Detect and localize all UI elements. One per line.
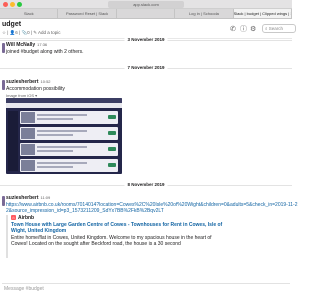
message-time[interactable]: 17:36 bbox=[37, 42, 47, 47]
author-name[interactable]: suziesherbert bbox=[6, 79, 39, 85]
image-sidebar bbox=[8, 111, 18, 171]
avatar[interactable] bbox=[2, 80, 5, 90]
image-listing-card bbox=[20, 127, 118, 140]
image-attachment[interactable] bbox=[6, 98, 122, 174]
message-text: joined #budget along with 2 others. bbox=[6, 49, 84, 55]
tab-slack[interactable]: Slack bbox=[0, 9, 59, 18]
avatar[interactable] bbox=[2, 43, 5, 53]
phone-icon[interactable]: ✆ bbox=[230, 26, 236, 33]
preview-brand-name: Airbnb bbox=[18, 215, 35, 221]
message-author[interactable]: suziesherbert 11:09 bbox=[6, 195, 50, 201]
preview-brand: ⌂ Airbnb bbox=[11, 215, 34, 221]
avatar[interactable] bbox=[2, 196, 5, 206]
address-bar[interactable]: app.slack.com bbox=[108, 1, 184, 8]
tab-password-reset[interactable]: Password Reset | Slack bbox=[58, 9, 117, 18]
author-name[interactable]: Will McNally bbox=[6, 42, 35, 48]
zoom-window-button[interactable] bbox=[17, 2, 22, 7]
date-divider: 7 November 2019 bbox=[0, 64, 292, 72]
message-author[interactable]: suziesherbert 10:52 bbox=[6, 79, 51, 85]
channel-name[interactable]: udget bbox=[2, 21, 21, 28]
image-header bbox=[6, 103, 122, 108]
gear-icon[interactable]: ⚙ bbox=[250, 26, 256, 33]
message-time[interactable]: 11:09 bbox=[41, 195, 51, 200]
image-listing-card bbox=[20, 111, 118, 124]
message-composer bbox=[2, 283, 290, 292]
author-name[interactable]: suziesherbert bbox=[6, 195, 39, 201]
close-window-button[interactable] bbox=[3, 2, 8, 7]
info-icon[interactable]: ⓘ bbox=[240, 26, 247, 33]
date-divider-label[interactable]: 3 November 2019 bbox=[124, 36, 168, 44]
tab-budget[interactable]: Slack | budget | Clipped wings | 1 new i… bbox=[233, 9, 293, 18]
image-listing-card bbox=[20, 159, 118, 172]
message-time[interactable]: 10:52 bbox=[41, 79, 51, 84]
message-link-continued[interactable]: 2&source_impression_id=p3_1573211209_SdY… bbox=[6, 208, 164, 214]
tab-log-in[interactable]: Log in | Schooda bbox=[175, 9, 234, 18]
airbnb-logo: ⌂ bbox=[11, 215, 16, 221]
link-preview: ⌂ Airbnb Town House with Large Garden Cen… bbox=[6, 215, 226, 258]
browser-titlebar: app.slack.com bbox=[0, 0, 292, 9]
minimize-window-button[interactable] bbox=[10, 2, 15, 7]
date-divider: 8 November 2019 bbox=[0, 181, 292, 189]
message-text: Accommodation possibility bbox=[6, 86, 65, 92]
search-input[interactable]: ⌕ Search bbox=[262, 24, 296, 33]
message-author[interactable]: Will McNally 17:36 bbox=[6, 42, 47, 48]
preview-description: Entire home/flat in Cowes, United Kingdo… bbox=[11, 235, 212, 247]
date-divider-label[interactable]: 8 November 2019 bbox=[124, 181, 168, 189]
tab-bar: Slack Password Reset | Slack Log in | Sc… bbox=[0, 9, 293, 19]
preview-title[interactable]: Town House with Large Garden Centre of C… bbox=[11, 222, 226, 234]
image-listing-card bbox=[20, 143, 118, 156]
tab-blank[interactable] bbox=[117, 9, 176, 18]
search-placeholder: Search bbox=[268, 26, 284, 31]
date-divider-label[interactable]: 7 November 2019 bbox=[124, 64, 168, 72]
message-input[interactable] bbox=[4, 285, 274, 292]
